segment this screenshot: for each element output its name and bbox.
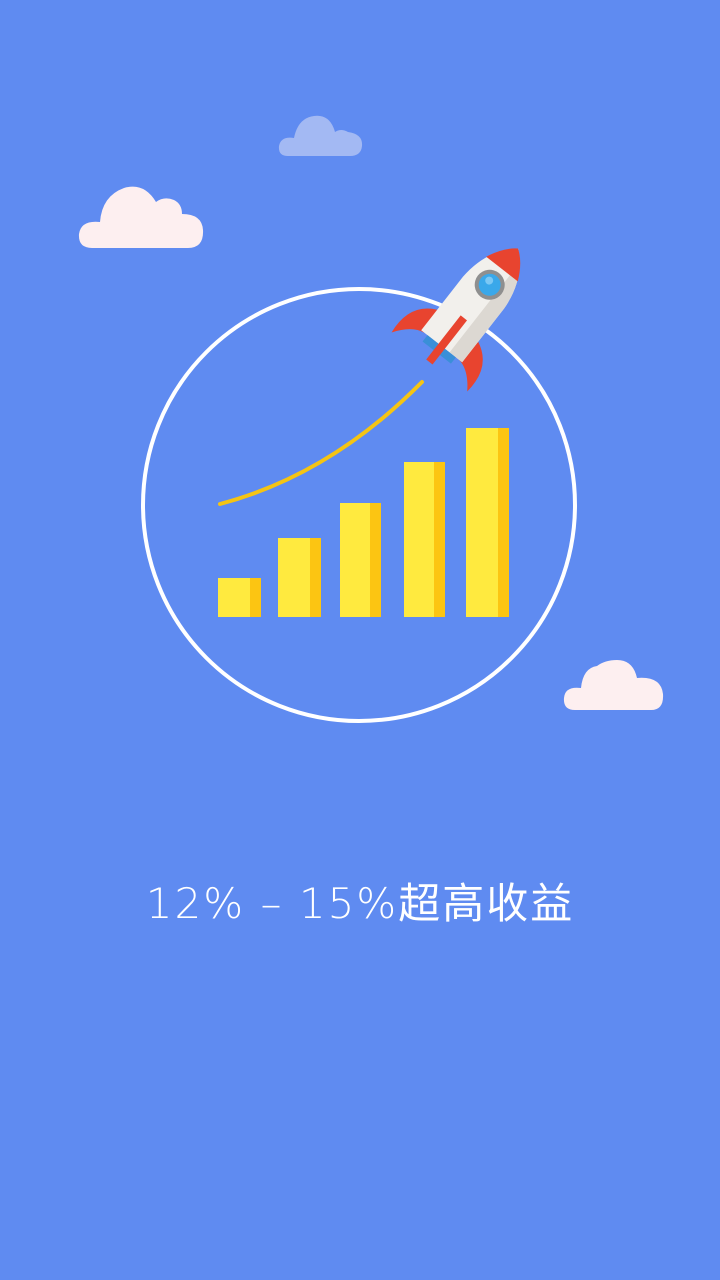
bar-2 bbox=[278, 538, 321, 617]
growth-illustration bbox=[141, 248, 577, 723]
rocket-icon bbox=[391, 248, 521, 392]
bar-3 bbox=[340, 503, 381, 617]
bar-4 bbox=[404, 462, 445, 617]
bar-1 bbox=[218, 578, 261, 617]
trend-line-icon bbox=[218, 380, 424, 506]
growth-bar-chart-icon bbox=[218, 428, 509, 617]
tagline-text: 12% – 15%超高收益 bbox=[145, 879, 575, 928]
bar-5 bbox=[466, 428, 509, 617]
